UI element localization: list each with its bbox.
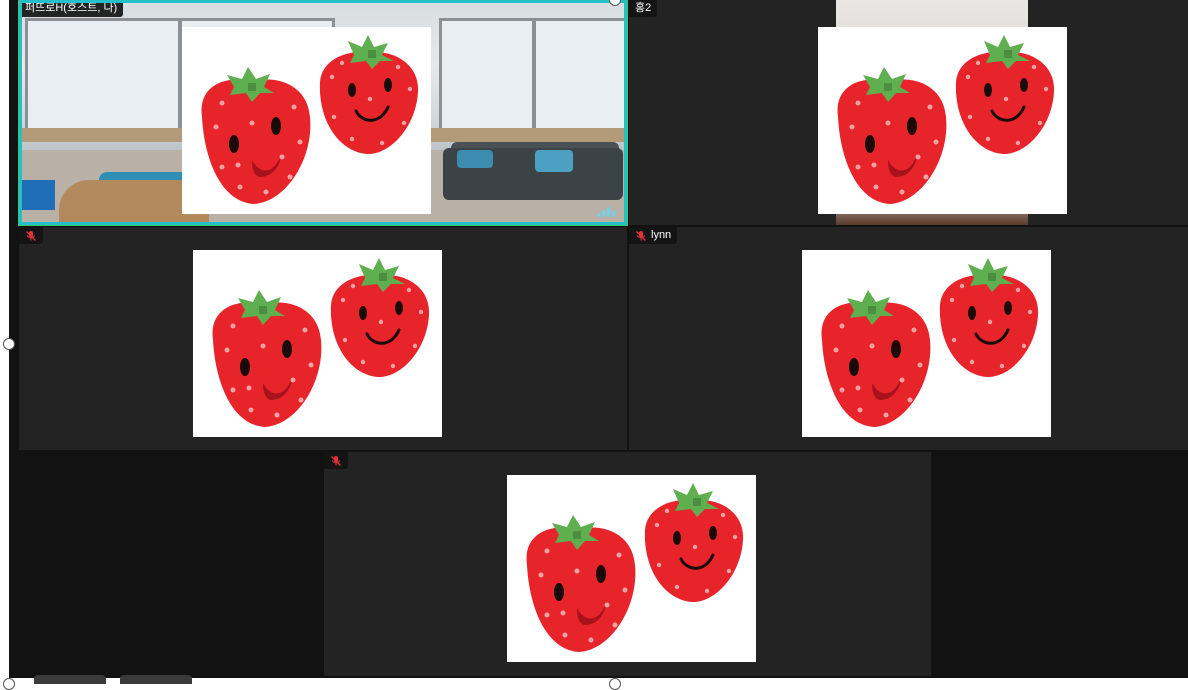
strawberry-image (182, 27, 431, 214)
resize-handle-left[interactable] (3, 338, 15, 350)
gallery-view: 퍼뜨로H(호스트, 나) 홍2 lynn (9, 0, 1188, 678)
resize-handle-bottom[interactable] (609, 678, 621, 690)
video-tile-participant[interactable] (19, 227, 627, 450)
audio-level-icon (597, 207, 615, 217)
participant-name-tag: 홍2 (629, 0, 658, 17)
participant-name-tag (19, 227, 43, 244)
strawberry-icon (182, 27, 431, 214)
strawberry-icon (802, 250, 1051, 437)
strawberry-image (802, 250, 1051, 437)
strawberry-icon (818, 27, 1067, 214)
participant-name: lynn (651, 229, 672, 241)
video-tile-participant[interactable]: lynn (629, 227, 1188, 450)
mic-muted-icon (635, 230, 647, 242)
strawberry-image (818, 27, 1067, 214)
toolbar-button[interactable] (120, 675, 192, 684)
participant-name-tag (324, 452, 348, 469)
strawberry-icon (507, 475, 756, 662)
video-tile-host[interactable]: 퍼뜨로H(호스트, 나) (19, 0, 627, 225)
participant-name: 퍼뜨로H(호스트, 나) (25, 2, 118, 14)
participant-name: 홍2 (635, 2, 652, 14)
strawberry-image (193, 250, 442, 437)
strawberry-icon (193, 250, 442, 437)
mic-muted-icon (330, 455, 342, 467)
participant-name-tag: 퍼뜨로H(호스트, 나) (19, 0, 124, 17)
video-tile-participant[interactable] (324, 452, 931, 676)
resize-handle-corner[interactable] (3, 678, 15, 690)
mic-muted-icon (25, 230, 37, 242)
strawberry-image (507, 475, 756, 662)
video-tile-participant[interactable]: 홍2 (629, 0, 1188, 225)
toolbar-button[interactable] (34, 675, 106, 684)
participant-name-tag: lynn (629, 227, 678, 244)
